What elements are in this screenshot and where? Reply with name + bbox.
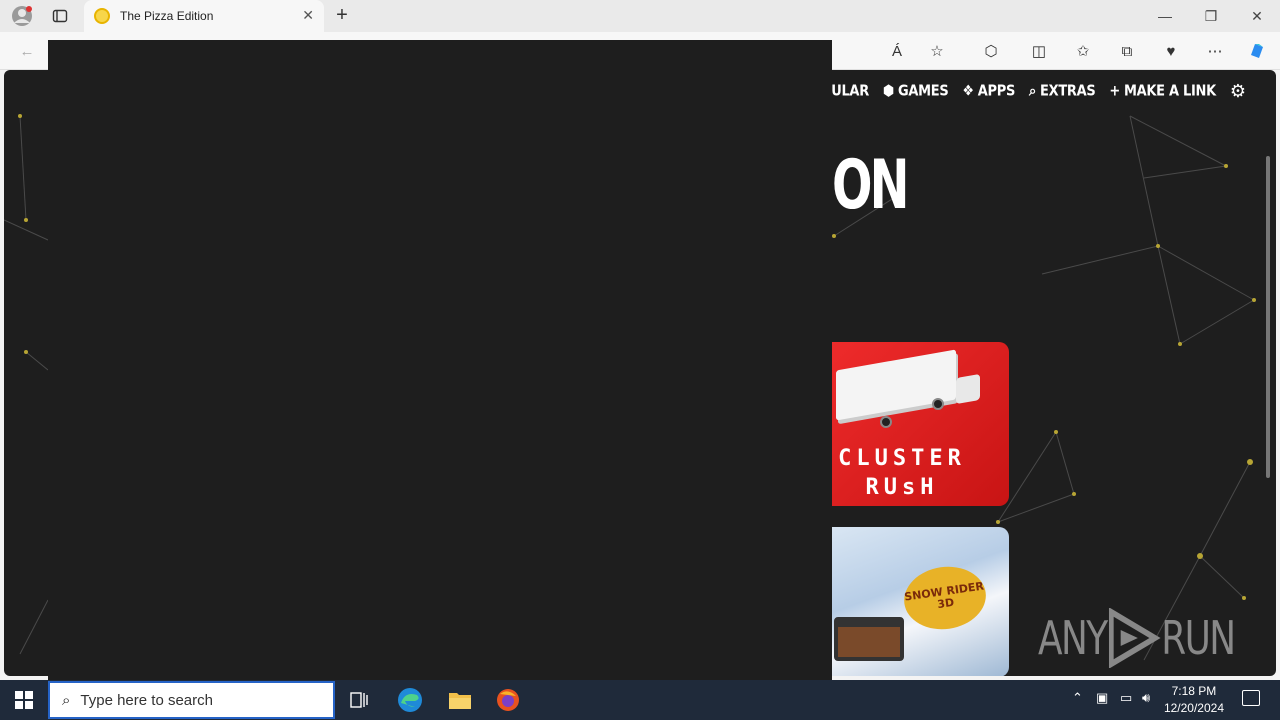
volume-icon[interactable]: 🔊︎ <box>1142 690 1150 706</box>
start-button[interactable] <box>0 680 48 720</box>
nav-games[interactable]: ⬢ GAMES <box>882 82 949 100</box>
favorite-star-icon[interactable]: ☆ <box>926 40 948 62</box>
nav-make-a-link-label: MAKE A LINK <box>1124 82 1216 100</box>
taskbar-search-box[interactable]: ⌕ Type here to search <box>48 681 335 719</box>
edge-browser-icon[interactable] <box>390 684 430 716</box>
nav-games-label: GAMES <box>897 82 949 100</box>
firefox-icon[interactable] <box>488 684 528 716</box>
extensions-icon[interactable]: ⬡ <box>980 40 1002 62</box>
close-tab-button[interactable]: ✕ <box>302 7 314 24</box>
cluster-rush-title: CLUSTER RUsH <box>832 444 972 502</box>
tab-title: The Pizza Edition <box>120 9 214 23</box>
site-navigation: ♨ POPULAR ⬢ GAMES ❖ APPS ⌕ EXTRAS + MAKE… <box>787 80 1246 102</box>
blank-overlay-panel <box>48 40 832 680</box>
new-tab-button[interactable]: + <box>330 4 354 28</box>
game-card-snow-rider-3d[interactable]: SNOW RIDER 3D <box>832 527 1009 676</box>
watermark-text-any: ANY <box>1038 611 1108 665</box>
minimize-button[interactable]: — <box>1142 0 1188 32</box>
nav-apps-label: APPS <box>977 82 1016 100</box>
cluster-rush-line2: RUsH <box>865 475 939 500</box>
split-screen-icon[interactable]: ◫ <box>1028 40 1050 62</box>
snow-rider-logo: SNOW RIDER 3D <box>900 561 990 635</box>
truck-cab-graphic <box>956 373 980 405</box>
watermark-text-run: RUN <box>1161 611 1236 665</box>
back-button[interactable]: ← <box>16 40 38 62</box>
nav-make-a-link[interactable]: + MAKE A LINK <box>1109 82 1216 100</box>
notification-center-icon[interactable] <box>1242 690 1260 706</box>
windows-taskbar: ⌕ Type here to search ⌃ ▣ ▭ 🔊︎ 7:18 PM 1… <box>0 680 1280 720</box>
game-card-cluster-rush[interactable]: CLUSTER RUsH <box>832 342 1009 506</box>
read-aloud-icon[interactable]: Á <box>886 40 908 62</box>
cluster-rush-line1: CLUSTER <box>838 446 966 471</box>
restore-button[interactable]: ❐ <box>1188 0 1234 32</box>
hero-title: ON <box>832 146 909 225</box>
anyrun-watermark: ANY RUN <box>1038 608 1236 668</box>
collections-icon[interactable]: ⧉ <box>1116 40 1138 62</box>
gamepad-icon: ⬢ <box>882 82 894 100</box>
search-icon: ⌕ <box>1029 82 1037 100</box>
close-window-button[interactable]: ✕ <box>1234 0 1280 32</box>
search-placeholder: Type here to search <box>80 691 213 709</box>
tab-pizza-edition[interactable]: The Pizza Edition ✕ <box>84 0 324 32</box>
file-explorer-icon[interactable] <box>440 684 480 716</box>
apps-icon: ❖ <box>962 82 974 100</box>
meet-now-icon[interactable]: ▣ <box>1096 690 1108 706</box>
settings-gear-icon[interactable]: ⚙ <box>1230 81 1246 102</box>
play-triangle-icon <box>1108 608 1161 668</box>
pizza-favicon-icon <box>94 8 110 24</box>
sled-graphic <box>834 617 904 661</box>
search-icon: ⌕ <box>62 691 71 709</box>
more-menu-icon[interactable]: ⋯ <box>1204 40 1226 62</box>
network-icon[interactable]: ▭ <box>1120 690 1132 706</box>
truck-wheel-graphic <box>880 416 892 428</box>
scrollbar-thumb[interactable] <box>1266 156 1270 478</box>
profile-icon[interactable] <box>8 2 36 30</box>
clock-date: 12/20/2024 <box>1163 701 1224 715</box>
copilot-icon[interactable] <box>1246 40 1268 62</box>
browser-essentials-icon[interactable]: ♥ <box>1160 40 1182 62</box>
windows-logo-icon <box>15 691 33 709</box>
nav-apps[interactable]: ❖ APPS <box>962 82 1015 99</box>
task-view-icon[interactable] <box>340 684 380 716</box>
show-hidden-icons-chevron-icon[interactable]: ⌃ <box>1072 690 1083 706</box>
truck-wheel-graphic <box>932 398 944 410</box>
nav-extras[interactable]: ⌕ EXTRAS <box>1029 82 1096 100</box>
tab-actions-icon[interactable] <box>46 2 74 30</box>
title-bar: The Pizza Edition ✕ + — ❐ ✕ <box>0 0 1280 32</box>
clock-time: 7:18 PM <box>1171 684 1217 698</box>
system-clock[interactable]: 7:18 PM 12/20/2024 <box>1164 683 1224 717</box>
plus-icon: + <box>1109 82 1121 100</box>
nav-extras-label: EXTRAS <box>1040 82 1096 100</box>
favorites-icon[interactable]: ✩ <box>1072 40 1094 62</box>
